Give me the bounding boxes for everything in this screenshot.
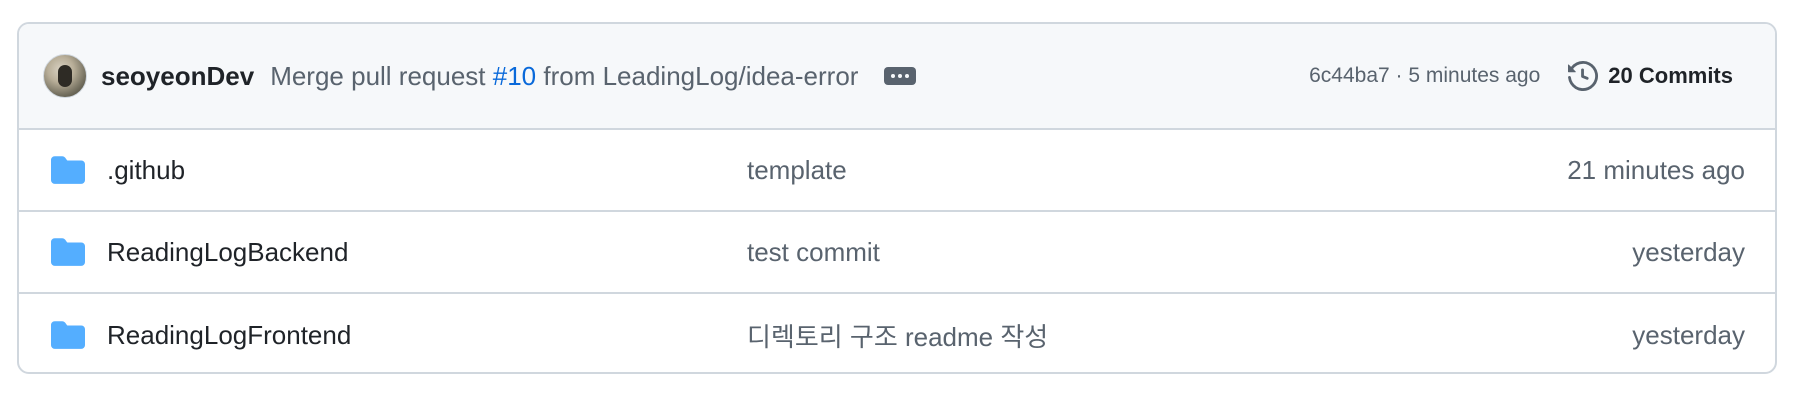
commit-message[interactable]: Merge pull request #10 from LeadingLog/i…: [270, 61, 858, 92]
file-name-link[interactable]: .github: [107, 155, 747, 186]
pr-link[interactable]: #10: [493, 61, 536, 91]
folder-icon: [51, 238, 85, 266]
file-commit-message[interactable]: template: [747, 155, 1567, 186]
ellipsis-icon: [891, 74, 896, 78]
ellipsis-dot: [905, 74, 910, 78]
file-row[interactable]: .github template 21 minutes ago: [19, 130, 1775, 212]
commit-hash-time[interactable]: 6c44ba7 · 5 minutes ago: [1309, 64, 1540, 88]
file-browser: seoyeonDev Merge pull request #10 from L…: [17, 22, 1777, 374]
file-commit-time: yesterday: [1632, 319, 1745, 350]
commits-link[interactable]: 20 Commits: [1568, 61, 1733, 91]
ellipsis-dot: [898, 74, 903, 78]
avatar[interactable]: [43, 54, 87, 98]
file-row[interactable]: ReadingLogFrontend 디렉토리 구조 readme 작성 yes…: [19, 294, 1775, 372]
commits-count-label[interactable]: 20 Commits: [1608, 63, 1733, 89]
folder-icon: [51, 321, 85, 349]
expand-message-button[interactable]: [884, 67, 917, 85]
file-name-link[interactable]: ReadingLogBackend: [107, 237, 747, 268]
file-commit-time: yesterday: [1632, 236, 1745, 267]
commit-message-suffix[interactable]: from LeadingLog/idea-error: [536, 61, 858, 91]
file-row[interactable]: ReadingLogBackend test commit yesterday: [19, 212, 1775, 294]
history-icon: [1568, 61, 1599, 91]
file-commit-message[interactable]: test commit: [747, 237, 1632, 268]
file-commit-message[interactable]: 디렉토리 구조 readme 작성: [747, 317, 1632, 354]
commit-message-prefix[interactable]: Merge pull request: [270, 61, 493, 91]
latest-commit-bar: seoyeonDev Merge pull request #10 from L…: [19, 24, 1775, 130]
file-name-link[interactable]: ReadingLogFrontend: [107, 320, 747, 351]
folder-icon: [51, 156, 85, 184]
commit-author[interactable]: seoyeonDev: [101, 61, 254, 92]
file-commit-time: 21 minutes ago: [1567, 154, 1745, 185]
